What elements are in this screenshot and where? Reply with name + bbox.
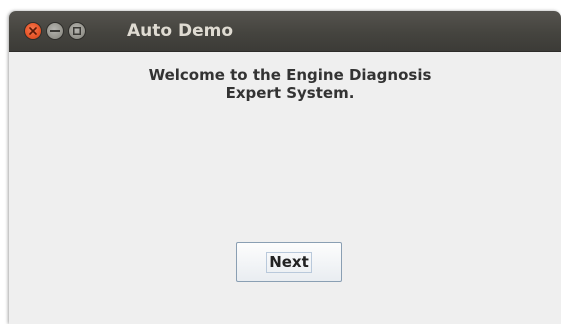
next-button[interactable]: Next	[236, 242, 342, 282]
app-window: Auto Demo Welcome to the Engine Diagnosi…	[9, 11, 561, 324]
window-title: Auto Demo	[127, 21, 234, 41]
next-button-label: Next	[266, 251, 312, 273]
close-icon	[29, 27, 37, 35]
maximize-button[interactable]	[68, 22, 86, 40]
welcome-line-2: Expert System.	[225, 84, 355, 102]
minimize-button[interactable]	[46, 22, 64, 40]
title-bar[interactable]: Auto Demo	[9, 11, 561, 52]
welcome-message: Welcome to the Engine Diagnosis Expert S…	[9, 66, 561, 102]
close-button[interactable]	[24, 22, 42, 40]
minimize-icon	[50, 30, 60, 32]
main-panel: Welcome to the Engine Diagnosis Expert S…	[9, 52, 561, 324]
welcome-line-1: Welcome to the Engine Diagnosis	[148, 66, 432, 84]
maximize-icon	[73, 27, 81, 35]
